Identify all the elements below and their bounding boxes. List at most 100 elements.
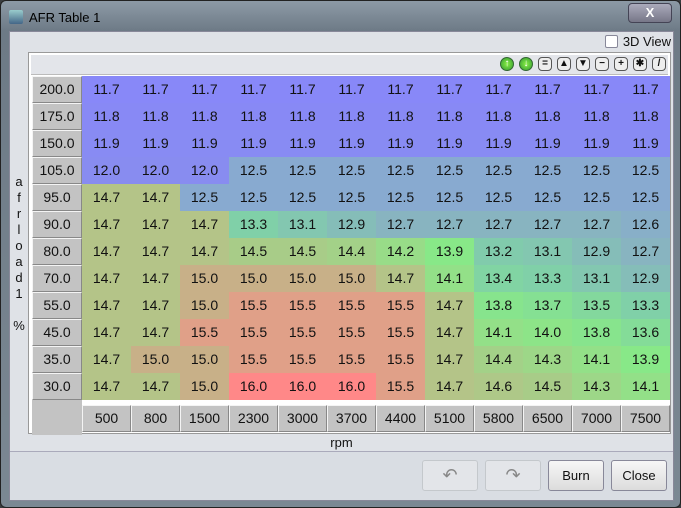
- rotate-down-icon[interactable]: ↓: [519, 57, 533, 71]
- table-cell[interactable]: 11.9: [572, 130, 621, 157]
- table-cell[interactable]: 11.9: [278, 130, 327, 157]
- table-cell[interactable]: 16.0: [327, 373, 376, 400]
- increment-icon[interactable]: ▲: [557, 57, 571, 71]
- table-cell[interactable]: 16.0: [278, 373, 327, 400]
- table-cell[interactable]: 15.0: [131, 346, 180, 373]
- row-header[interactable]: 70.0: [32, 265, 82, 292]
- table-cell[interactable]: 14.7: [82, 265, 131, 292]
- table-cell[interactable]: 13.1: [278, 211, 327, 238]
- table-cell[interactable]: 11.7: [621, 76, 670, 103]
- table-cell[interactable]: 14.1: [474, 319, 523, 346]
- table-cell[interactable]: 11.8: [278, 103, 327, 130]
- table-cell[interactable]: 11.8: [376, 103, 425, 130]
- table-cell[interactable]: 14.0: [523, 319, 572, 346]
- table-cell[interactable]: 12.6: [621, 211, 670, 238]
- table-cell[interactable]: 11.7: [376, 76, 425, 103]
- table-cell[interactable]: 12.5: [180, 184, 229, 211]
- row-header[interactable]: 80.0: [32, 238, 82, 265]
- column-header[interactable]: 6500: [523, 405, 572, 432]
- table-cell[interactable]: 14.7: [82, 238, 131, 265]
- table-cell[interactable]: 15.5: [229, 319, 278, 346]
- plus-icon[interactable]: +: [614, 57, 628, 71]
- table-cell[interactable]: 14.7: [131, 292, 180, 319]
- table-cell[interactable]: 12.0: [82, 157, 131, 184]
- column-header[interactable]: 3000: [278, 405, 327, 432]
- table-cell[interactable]: 11.8: [229, 103, 278, 130]
- table-cell[interactable]: 14.7: [131, 238, 180, 265]
- table-cell[interactable]: 13.4: [474, 265, 523, 292]
- table-cell[interactable]: 14.7: [82, 319, 131, 346]
- window-close-button[interactable]: X: [628, 3, 672, 23]
- table-cell[interactable]: 11.7: [131, 76, 180, 103]
- table-cell[interactable]: 15.0: [180, 346, 229, 373]
- rotate-up-icon[interactable]: ↑: [500, 57, 514, 71]
- column-header[interactable]: 7500: [621, 405, 670, 432]
- table-cell[interactable]: 12.0: [131, 157, 180, 184]
- table-cell[interactable]: 13.3: [523, 265, 572, 292]
- table-cell[interactable]: 14.7: [131, 211, 180, 238]
- table-cell[interactable]: 14.1: [621, 373, 670, 400]
- table-cell[interactable]: 12.5: [376, 157, 425, 184]
- table-cell[interactable]: 11.7: [278, 76, 327, 103]
- table-cell[interactable]: 12.5: [278, 184, 327, 211]
- column-header[interactable]: 5800: [474, 405, 523, 432]
- table-cell[interactable]: 14.1: [425, 265, 474, 292]
- table-cell[interactable]: 11.8: [82, 103, 131, 130]
- table-cell[interactable]: 13.1: [572, 265, 621, 292]
- table-cell[interactable]: 15.5: [278, 292, 327, 319]
- table-cell[interactable]: 14.4: [327, 238, 376, 265]
- table-cell[interactable]: 12.9: [621, 265, 670, 292]
- table-cell[interactable]: 11.7: [523, 76, 572, 103]
- table-cell[interactable]: 12.5: [474, 157, 523, 184]
- column-header[interactable]: 4400: [376, 405, 425, 432]
- table-cell[interactable]: 11.8: [523, 103, 572, 130]
- table-cell[interactable]: 12.5: [425, 157, 474, 184]
- table-cell[interactable]: 15.0: [180, 292, 229, 319]
- table-cell[interactable]: 11.9: [376, 130, 425, 157]
- column-header[interactable]: 800: [131, 405, 180, 432]
- table-cell[interactable]: 12.7: [376, 211, 425, 238]
- table-cell[interactable]: 12.5: [621, 157, 670, 184]
- table-cell[interactable]: 15.5: [278, 319, 327, 346]
- scale-icon[interactable]: ✱: [633, 57, 647, 71]
- table-cell[interactable]: 13.7: [523, 292, 572, 319]
- table-cell[interactable]: 13.3: [229, 211, 278, 238]
- table-cell[interactable]: 14.7: [82, 211, 131, 238]
- color-icon[interactable]: /: [652, 57, 666, 71]
- table-cell[interactable]: 13.9: [425, 238, 474, 265]
- table-cell[interactable]: 11.9: [180, 130, 229, 157]
- burn-button[interactable]: Burn: [548, 460, 604, 491]
- table-cell[interactable]: 13.3: [621, 292, 670, 319]
- table-cell[interactable]: 15.0: [278, 265, 327, 292]
- table-cell[interactable]: 12.5: [621, 184, 670, 211]
- table-cell[interactable]: 14.7: [180, 211, 229, 238]
- table-cell[interactable]: 12.5: [572, 184, 621, 211]
- table-cell[interactable]: 14.7: [425, 319, 474, 346]
- table-cell[interactable]: 11.7: [180, 76, 229, 103]
- table-cell[interactable]: 16.0: [229, 373, 278, 400]
- table-cell[interactable]: 15.5: [327, 346, 376, 373]
- row-header[interactable]: 55.0: [32, 292, 82, 319]
- table-cell[interactable]: 15.5: [327, 319, 376, 346]
- table-cell[interactable]: 11.7: [327, 76, 376, 103]
- table-cell[interactable]: 14.7: [131, 265, 180, 292]
- table-cell[interactable]: 12.0: [180, 157, 229, 184]
- table-cell[interactable]: 14.7: [425, 292, 474, 319]
- table-cell[interactable]: 11.9: [131, 130, 180, 157]
- table-cell[interactable]: 14.7: [180, 238, 229, 265]
- table-cell[interactable]: 15.5: [376, 292, 425, 319]
- equals-icon[interactable]: =: [538, 57, 552, 71]
- table-cell[interactable]: 14.7: [82, 292, 131, 319]
- table-cell[interactable]: 15.5: [327, 292, 376, 319]
- decrement-icon[interactable]: ▼: [576, 57, 590, 71]
- table-cell[interactable]: 14.7: [425, 373, 474, 400]
- table-cell[interactable]: 12.7: [523, 211, 572, 238]
- minus-icon[interactable]: −: [595, 57, 609, 71]
- table-cell[interactable]: 12.5: [327, 157, 376, 184]
- table-cell[interactable]: 14.3: [572, 373, 621, 400]
- table-cell[interactable]: 14.7: [82, 373, 131, 400]
- table-cell[interactable]: 15.5: [376, 373, 425, 400]
- table-cell[interactable]: 14.7: [376, 265, 425, 292]
- table-cell[interactable]: 12.5: [278, 157, 327, 184]
- table-cell[interactable]: 12.9: [327, 211, 376, 238]
